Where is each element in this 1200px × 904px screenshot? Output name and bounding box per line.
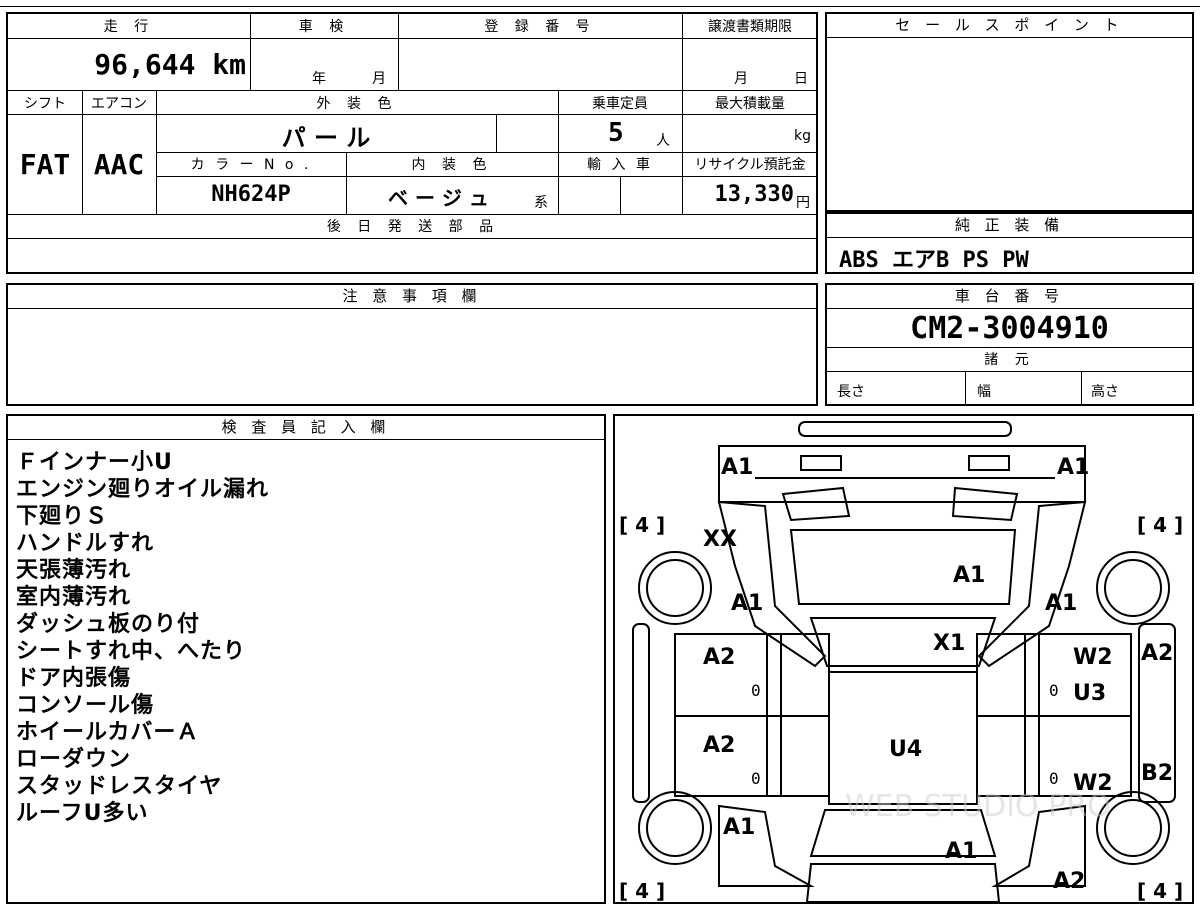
capacity-unit: 人 <box>656 133 670 149</box>
recycle-unit: 円 <box>796 195 810 211</box>
capacity-value: 5 <box>608 118 624 148</box>
max-load-unit: kg <box>794 128 811 144</box>
import-label: 輸 入 車 <box>587 157 653 173</box>
door-fl-num: 0 <box>751 681 761 700</box>
later-parts-label: 後 日 発 送 部 品 <box>326 219 500 235</box>
height-label: 高さ <box>1091 384 1119 400</box>
sales-point-box: セ ー ル ス ポ イ ン ト <box>825 12 1194 212</box>
mark-hood-left: XX <box>703 527 737 552</box>
door-fr-num: 0 <box>1049 681 1059 700</box>
ext-color-value: パ ー ル <box>281 124 371 152</box>
capacity-label: 乗車定員 <box>592 96 648 112</box>
transfer-month-unit: 月 <box>734 71 748 87</box>
equipment-box: 純 正 装 備 ABS エアB PS PW <box>825 212 1194 274</box>
int-color-value: ベ ー ジ ュ <box>388 186 489 210</box>
mark-door-fr2: U3 <box>1073 681 1106 706</box>
mark-door-rl: A2 <box>703 733 735 758</box>
reg-number-label: 登 録 番 号 <box>484 19 596 35</box>
mark-quarter-left: A1 <box>723 815 755 840</box>
mark-rear: A1 <box>945 839 977 864</box>
tire-fl: [ 4 ] <box>619 513 665 537</box>
inspector-box: 検 査 員 記 入 欄 Ｆインナー小U エンジン廻りオイル漏れ 下廻りＳ ハンドルすれ… <box>6 414 606 904</box>
car-diagram: A1 A1 XX A1 A1 A1 X1 A2 A2 U4 W2 U3 W2 A… <box>619 421 1183 902</box>
watermark: WEB STUDIO PRO <box>845 789 1111 824</box>
transfer-deadline-label: 譲渡書類期限 <box>708 19 792 35</box>
chassis-number: CM2-3004910 <box>910 311 1109 346</box>
max-load-label: 最大積載量 <box>715 96 785 112</box>
mark-roof: U4 <box>889 737 922 762</box>
door-rr-num: 0 <box>1049 769 1059 788</box>
tire-rl: [ 4 ] <box>619 879 665 902</box>
tire-rr: [ 4 ] <box>1137 879 1183 902</box>
ac-label: エアコン <box>91 96 147 112</box>
mark-door-fl: A2 <box>703 645 735 670</box>
color-no-label: カ ラ ー N o . <box>190 157 312 173</box>
shift-label: シフト <box>24 96 66 112</box>
shaken-year-unit: 年 <box>312 71 326 87</box>
mark-door-fr: W2 <box>1073 645 1113 670</box>
spec-label: 諸 元 <box>984 352 1035 368</box>
mark-front-right: A1 <box>1057 455 1089 480</box>
ac-value: AAC <box>93 148 145 181</box>
mark-front-left: A1 <box>721 455 753 480</box>
int-color-label: 内 装 色 <box>411 157 493 173</box>
ext-color-label: 外 装 色 <box>316 96 398 112</box>
vehicle-info-table: 走 行 車 検 登 録 番 号 譲渡書類期限 96,644 km 年 月 月 日… <box>6 12 818 274</box>
mark-fender-right: A1 <box>1045 591 1077 616</box>
tire-fr: [ 4 ] <box>1137 513 1183 537</box>
chassis-box: 車 台 番 号 CM2-3004910 諸 元 長さ 幅 高さ <box>825 283 1194 406</box>
int-color-suffix: 系 <box>534 195 548 211</box>
equipment-value: ABS エアB PS PW <box>839 248 1029 273</box>
recycle-label: リサイクル預託金 <box>694 157 806 173</box>
inspector-label: 検 査 員 記 入 欄 <box>8 416 604 440</box>
width-label: 幅 <box>977 384 991 400</box>
inspector-note-line: ルーフU多い <box>16 801 149 826</box>
top-strip <box>0 0 1200 8</box>
mileage-label: 走 行 <box>103 19 155 35</box>
caution-label: 注 意 事 項 欄 <box>8 285 816 309</box>
mark-windshield: X1 <box>933 631 965 656</box>
transfer-day-unit: 日 <box>794 71 808 87</box>
shaken-month-unit: 月 <box>372 71 386 87</box>
mark-side-right-upper: A2 <box>1141 641 1173 666</box>
length-label: 長さ <box>837 384 865 400</box>
recycle-value: 13,330 <box>714 182 794 207</box>
equipment-label: 純 正 装 備 <box>827 214 1192 238</box>
car-diagram-box: A1 A1 XX A1 A1 A1 X1 A2 A2 U4 W2 U3 W2 A… <box>613 414 1194 904</box>
shift-value: FAT <box>19 148 71 181</box>
mark-quarter-right: A2 <box>1053 869 1085 894</box>
color-no-value: NH624P <box>211 182 291 207</box>
mark-fender-left: A1 <box>731 591 763 616</box>
caution-box: 注 意 事 項 欄 <box>6 283 818 406</box>
mark-hood: A1 <box>953 563 985 588</box>
sales-point-label: セ ー ル ス ポ イ ン ト <box>827 14 1192 38</box>
mark-side-right-lower: B2 <box>1141 761 1173 786</box>
door-rl-num: 0 <box>751 769 761 788</box>
shaken-label: 車 検 <box>298 19 350 35</box>
mileage-value: 96,644 km <box>94 48 246 81</box>
chassis-label: 車 台 番 号 <box>827 285 1192 309</box>
